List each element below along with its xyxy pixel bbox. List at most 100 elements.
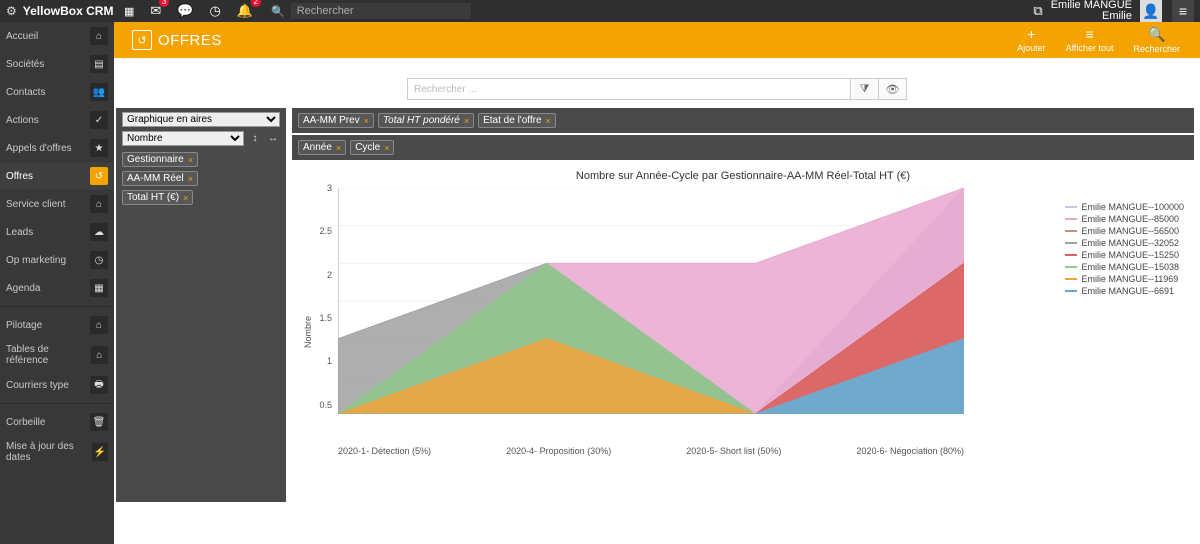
swap-button[interactable]: ↔ bbox=[266, 132, 280, 146]
sidebar-item-label: Service client bbox=[6, 199, 65, 210]
sidebar-item-label: Op marketing bbox=[6, 255, 66, 266]
sidebar-item-op-marketing[interactable]: Op marketing◷ bbox=[0, 246, 114, 274]
gear-icon[interactable]: ⚙ bbox=[6, 4, 17, 18]
filter-bar-bottom[interactable]: Année× Cycle× bbox=[292, 135, 1194, 160]
tag-aa-mm-prev[interactable]: AA-MM Prev× bbox=[298, 113, 374, 128]
chat-icon[interactable]: 💬 bbox=[177, 3, 193, 19]
tag-remove-icon[interactable]: × bbox=[188, 155, 193, 165]
page-search-input[interactable] bbox=[408, 84, 850, 95]
filter-button[interactable]: ⧩ bbox=[850, 79, 878, 99]
apps-grid-icon[interactable]: ▦ bbox=[124, 5, 134, 18]
action-label: Rechercher bbox=[1133, 44, 1180, 54]
value-select[interactable]: Nombre bbox=[122, 131, 244, 146]
tag-aa-mm-r-el[interactable]: AA-MM Réel × bbox=[122, 171, 198, 186]
chart: Nombre sur Année-Cycle par Gestionnaire-… bbox=[292, 162, 1194, 502]
sidebar-item-icon: ⌂ bbox=[90, 316, 108, 334]
mail-icon[interactable]: ✉3 bbox=[150, 3, 161, 19]
sidebar-item-agenda[interactable]: Agenda▦ bbox=[0, 274, 114, 302]
legend-label: Emilie MANGUE--32052 bbox=[1081, 238, 1179, 248]
ytick: 1.5 bbox=[319, 313, 332, 323]
sidebar-item-label: Agenda bbox=[6, 283, 40, 294]
topbar-icons: ✉3 💬 ◷ 🔔2 bbox=[150, 3, 253, 19]
sidebar-item-label: Leads bbox=[6, 227, 33, 238]
right-area: AA-MM Prev× Total HT pondéré× Etat de l'of… bbox=[292, 108, 1194, 502]
tag-gestionnaire[interactable]: Gestionnaire × bbox=[122, 152, 198, 167]
tag-cycle[interactable]: Cycle× bbox=[350, 140, 394, 155]
legend-item: Emilie MANGUE--85000 bbox=[1065, 214, 1184, 224]
action-icon: ≡ bbox=[1085, 26, 1093, 42]
legend-item: Emilie MANGUE--11969 bbox=[1065, 274, 1184, 284]
copy-icon[interactable]: ⧉ bbox=[1033, 3, 1042, 19]
sidebar-item-label: Pilotage bbox=[6, 320, 42, 331]
chart-xaxis: 2020-1- Détection (5%)2020-4- Propositio… bbox=[338, 446, 964, 458]
tag-total-ht-pond-r-[interactable]: Total HT pondéré× bbox=[378, 113, 474, 128]
sidebar-item-leads[interactable]: Leads☁ bbox=[0, 218, 114, 246]
sidebar-item-service-client[interactable]: Service client⌂ bbox=[0, 190, 114, 218]
hamburger-menu[interactable]: ≡ bbox=[1172, 0, 1194, 22]
sidebar-item-appels-d-offres[interactable]: Appels d'offres★ bbox=[0, 134, 114, 162]
sidebar-item-contacts[interactable]: Contacts👥 bbox=[0, 78, 114, 106]
bell-icon[interactable]: 🔔2 bbox=[237, 3, 253, 19]
sidebar-item-corbeille[interactable]: Corbeille🗑 bbox=[0, 408, 114, 436]
sidebar-item-actions[interactable]: Actions✓ bbox=[0, 106, 114, 134]
legend-swatch bbox=[1065, 254, 1077, 256]
sidebar-item-accueil[interactable]: Accueil ⌂ bbox=[0, 22, 114, 50]
sidebar-item-offres[interactable]: Offres↺ bbox=[0, 162, 114, 190]
tag-remove-icon[interactable]: × bbox=[183, 193, 188, 203]
sidebar-item-courriers-type[interactable]: Courriers type 🖶 bbox=[0, 371, 114, 399]
tag-remove-icon[interactable]: × bbox=[336, 143, 341, 153]
tag-remove-icon[interactable]: × bbox=[364, 116, 369, 126]
sidebar-item-label: Offres bbox=[6, 171, 33, 182]
offres-icon: ↺ bbox=[132, 30, 152, 50]
tag-label: AA-MM Réel bbox=[127, 173, 184, 184]
sidebar: Accueil ⌂ Sociétés▤Contacts👥Actions✓Appels… bbox=[0, 22, 114, 544]
sidebar-item-tables-de-r-f-rence[interactable]: Tables de référence⌂ bbox=[0, 339, 114, 371]
legend-swatch bbox=[1065, 290, 1077, 292]
sidebar-item-label: Accueil bbox=[6, 31, 38, 42]
tag-label: Gestionnaire bbox=[127, 154, 184, 165]
sidebar-item-label: Mise à jour des dates bbox=[6, 441, 92, 463]
sidebar-item-icon: 🖶 bbox=[90, 376, 108, 394]
sidebar-item-soci-t-s[interactable]: Sociétés▤ bbox=[0, 50, 114, 78]
header-action-rechercher[interactable]: 🔍Rechercher bbox=[1133, 26, 1180, 54]
mail-badge: 3 bbox=[159, 0, 169, 7]
sort-button[interactable]: ↕ bbox=[248, 132, 262, 146]
content: ↺ OFFRES +Ajouter≡Afficher tout🔍Recherch… bbox=[114, 22, 1200, 544]
legend-item: Emilie MANGUE--6691 bbox=[1065, 286, 1184, 296]
tag-remove-icon[interactable]: × bbox=[464, 116, 469, 126]
eye-button[interactable]: 👁 bbox=[878, 79, 906, 99]
user-area[interactable]: ⧉ Emilie MANGUE Emilie 👤 ≡ bbox=[1033, 0, 1194, 22]
tag-remove-icon[interactable]: × bbox=[384, 143, 389, 153]
header-action-afficher-tout[interactable]: ≡Afficher tout bbox=[1066, 26, 1114, 54]
legend-swatch bbox=[1065, 278, 1077, 280]
sidebar-item-mise-jour-des-dates[interactable]: Mise à jour des dates⚡ bbox=[0, 436, 114, 468]
legend-label: Emilie MANGUE--15250 bbox=[1081, 250, 1179, 260]
tag-etat-de-l-offre[interactable]: Etat de l'offre× bbox=[478, 113, 556, 128]
tag-total-ht-[interactable]: Total HT (€)× bbox=[122, 190, 193, 205]
filter-area: Graphique en aires Nombre ↕ ↔ Gestionnai… bbox=[114, 108, 1200, 502]
ytick: 0.5 bbox=[319, 400, 332, 410]
tag-remove-icon[interactable]: × bbox=[188, 174, 193, 184]
sidebar-item-label: Tables de référence bbox=[6, 344, 91, 366]
sidebar-item-pilotage[interactable]: Pilotage ⌂ bbox=[0, 311, 114, 339]
action-label: Ajouter bbox=[1017, 43, 1046, 53]
chart-title: Nombre sur Année-Cycle par Gestionnaire-… bbox=[292, 162, 1194, 188]
user-name: Emilie MANGUE Emilie bbox=[1051, 0, 1132, 22]
sidebar-item-icon: ⌂ bbox=[90, 27, 108, 45]
legend-label: Emilie MANGUE--56500 bbox=[1081, 226, 1179, 236]
avatar[interactable]: 👤 bbox=[1140, 0, 1162, 22]
filter-bar-top[interactable]: AA-MM Prev× Total HT pondéré× Etat de l'of… bbox=[292, 108, 1194, 133]
sidebar-item-label: Courriers type bbox=[6, 380, 69, 391]
top-search-input[interactable] bbox=[291, 3, 471, 19]
chart-type-select[interactable]: Graphique en aires bbox=[122, 112, 280, 127]
clock-icon[interactable]: ◷ bbox=[210, 3, 221, 19]
sidebar-item-icon: ⌂ bbox=[91, 346, 108, 364]
tag-ann-e[interactable]: Année× bbox=[298, 140, 346, 155]
legend-label: Emilie MANGUE--15038 bbox=[1081, 262, 1179, 272]
legend-item: Emilie MANGUE--100000 bbox=[1065, 202, 1184, 212]
action-icon: + bbox=[1027, 26, 1035, 42]
tag-remove-icon[interactable]: × bbox=[546, 116, 551, 126]
app-brand: YellowBox CRM bbox=[23, 4, 114, 18]
header-action-ajouter[interactable]: +Ajouter bbox=[1017, 26, 1046, 54]
chart-legend: Emilie MANGUE--100000 Emilie MANGUE--8500… bbox=[1065, 202, 1184, 298]
